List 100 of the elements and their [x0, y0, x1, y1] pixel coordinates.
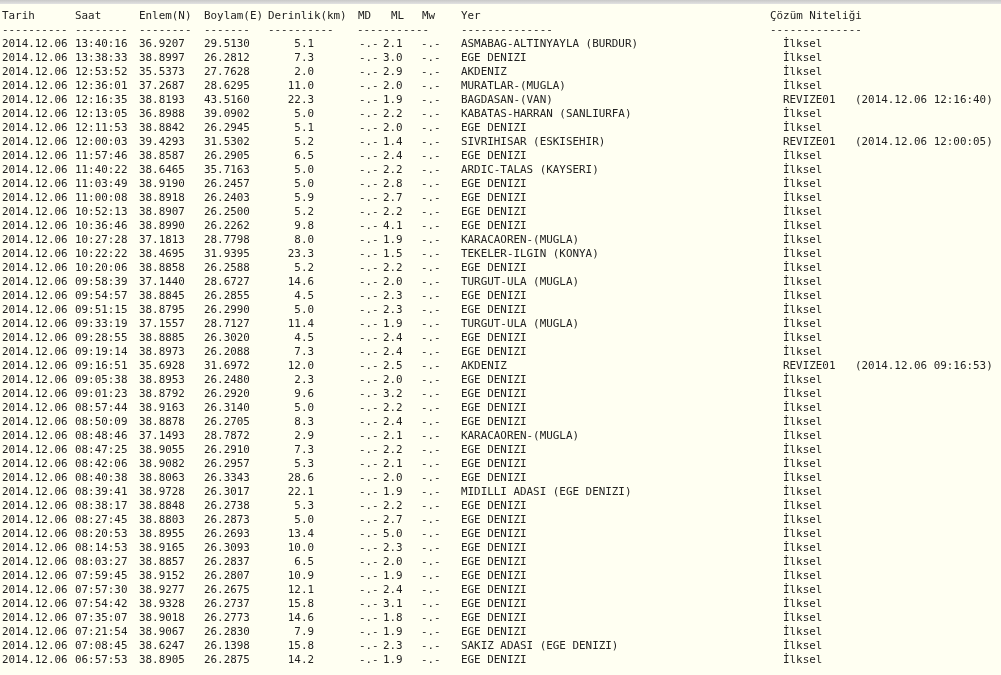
- mw-cell: -.-: [421, 555, 441, 569]
- md-cell: -.-: [359, 527, 379, 541]
- time-cell: 11:57:46: [75, 149, 128, 163]
- depth-cell: 8.0: [294, 233, 314, 247]
- dashed-rule: ----------: [268, 23, 334, 37]
- depth-cell: 7.3: [294, 51, 314, 65]
- column-header: Boylam(E): [204, 9, 263, 23]
- lon-cell: 26.2738: [204, 499, 250, 513]
- lat-cell: 38.8973: [139, 345, 185, 359]
- lon-cell: 28.6727: [204, 275, 250, 289]
- date-cell: 2014.12.06: [2, 219, 68, 233]
- date-cell: 2014.12.06: [2, 345, 68, 359]
- mw-cell: -.-: [421, 499, 441, 513]
- revision-time-cell: (2014.12.06 09:16:53): [855, 359, 993, 373]
- solution-cell: İlksel: [783, 261, 823, 275]
- solution-cell: İlksel: [783, 37, 823, 51]
- date-cell: 2014.12.06: [2, 163, 68, 177]
- ml-cell: 3.0: [383, 51, 403, 65]
- revision-time-cell: (2014.12.06 12:00:05): [855, 135, 993, 149]
- depth-cell: 5.3: [294, 457, 314, 471]
- place-cell: SIVRIHISAR (ESKISEHIR): [461, 135, 606, 149]
- mw-cell: -.-: [421, 135, 441, 149]
- date-cell: 2014.12.06: [2, 597, 68, 611]
- lon-cell: 28.7798: [204, 233, 250, 247]
- md-cell: -.-: [359, 415, 379, 429]
- md-cell: -.-: [359, 93, 379, 107]
- depth-cell: 5.3: [294, 499, 314, 513]
- solution-cell: İlksel: [783, 541, 823, 555]
- lon-cell: 26.2875: [204, 653, 250, 667]
- ml-cell: 2.8: [383, 177, 403, 191]
- solution-cell: İlksel: [783, 597, 823, 611]
- column-header: Saat: [75, 9, 102, 23]
- ml-cell: 2.2: [383, 205, 403, 219]
- place-cell: EGE DENIZI: [461, 597, 527, 611]
- md-cell: -.-: [359, 401, 379, 415]
- lat-cell: 38.8587: [139, 149, 185, 163]
- mw-cell: -.-: [421, 121, 441, 135]
- date-cell: 2014.12.06: [2, 51, 68, 65]
- lat-cell: 38.9152: [139, 569, 185, 583]
- ml-cell: 2.4: [383, 345, 403, 359]
- solution-cell: İlksel: [783, 51, 823, 65]
- time-cell: 08:48:46: [75, 429, 128, 443]
- depth-cell: 5.0: [294, 163, 314, 177]
- md-cell: -.-: [359, 555, 379, 569]
- time-cell: 10:36:46: [75, 219, 128, 233]
- place-cell: ARDIC-TALAS (KAYSERI): [461, 163, 599, 177]
- depth-cell: 10.9: [287, 569, 314, 583]
- ml-cell: 1.4: [383, 135, 403, 149]
- lat-cell: 38.8803: [139, 513, 185, 527]
- md-cell: -.-: [359, 233, 379, 247]
- time-cell: 08:50:09: [75, 415, 128, 429]
- date-cell: 2014.12.06: [2, 457, 68, 471]
- date-cell: 2014.12.06: [2, 317, 68, 331]
- ml-cell: 2.4: [383, 331, 403, 345]
- lon-cell: 31.5302: [204, 135, 250, 149]
- solution-cell: İlksel: [783, 401, 823, 415]
- place-cell: EGE DENIZI: [461, 303, 527, 317]
- time-cell: 08:42:06: [75, 457, 128, 471]
- date-cell: 2014.12.06: [2, 555, 68, 569]
- ml-cell: 2.4: [383, 583, 403, 597]
- lat-cell: 38.8792: [139, 387, 185, 401]
- md-cell: -.-: [359, 247, 379, 261]
- date-cell: 2014.12.06: [2, 79, 68, 93]
- lat-cell: 35.5373: [139, 65, 185, 79]
- depth-cell: 13.4: [287, 527, 314, 541]
- mw-cell: -.-: [421, 205, 441, 219]
- md-cell: -.-: [359, 135, 379, 149]
- ml-cell: 2.7: [383, 513, 403, 527]
- ml-cell: 2.7: [383, 191, 403, 205]
- dashed-rule: -----------: [357, 23, 430, 37]
- depth-cell: 15.8: [287, 639, 314, 653]
- lon-cell: 28.7127: [204, 317, 250, 331]
- place-cell: KARACAOREN-(MUGLA): [461, 429, 580, 443]
- date-cell: 2014.12.06: [2, 429, 68, 443]
- lat-cell: 38.9067: [139, 625, 185, 639]
- time-cell: 08:27:45: [75, 513, 128, 527]
- date-cell: 2014.12.06: [2, 569, 68, 583]
- md-cell: -.-: [359, 107, 379, 121]
- time-cell: 12:16:35: [75, 93, 128, 107]
- date-cell: 2014.12.06: [2, 513, 68, 527]
- solution-cell: İlksel: [783, 653, 823, 667]
- solution-cell: İlksel: [783, 485, 823, 499]
- date-cell: 2014.12.06: [2, 583, 68, 597]
- time-cell: 07:54:42: [75, 597, 128, 611]
- solution-cell: İlksel: [783, 429, 823, 443]
- lon-cell: 39.0902: [204, 107, 250, 121]
- depth-cell: 5.0: [294, 401, 314, 415]
- solution-cell: İlksel: [783, 219, 823, 233]
- date-cell: 2014.12.06: [2, 639, 68, 653]
- lat-cell: 37.1493: [139, 429, 185, 443]
- solution-cell: İlksel: [783, 569, 823, 583]
- mw-cell: -.-: [421, 415, 441, 429]
- md-cell: -.-: [359, 639, 379, 653]
- date-cell: 2014.12.06: [2, 527, 68, 541]
- mw-cell: -.-: [421, 233, 441, 247]
- solution-cell: İlksel: [783, 205, 823, 219]
- md-cell: -.-: [359, 387, 379, 401]
- mw-cell: -.-: [421, 331, 441, 345]
- ml-cell: 1.9: [383, 317, 403, 331]
- md-cell: -.-: [359, 345, 379, 359]
